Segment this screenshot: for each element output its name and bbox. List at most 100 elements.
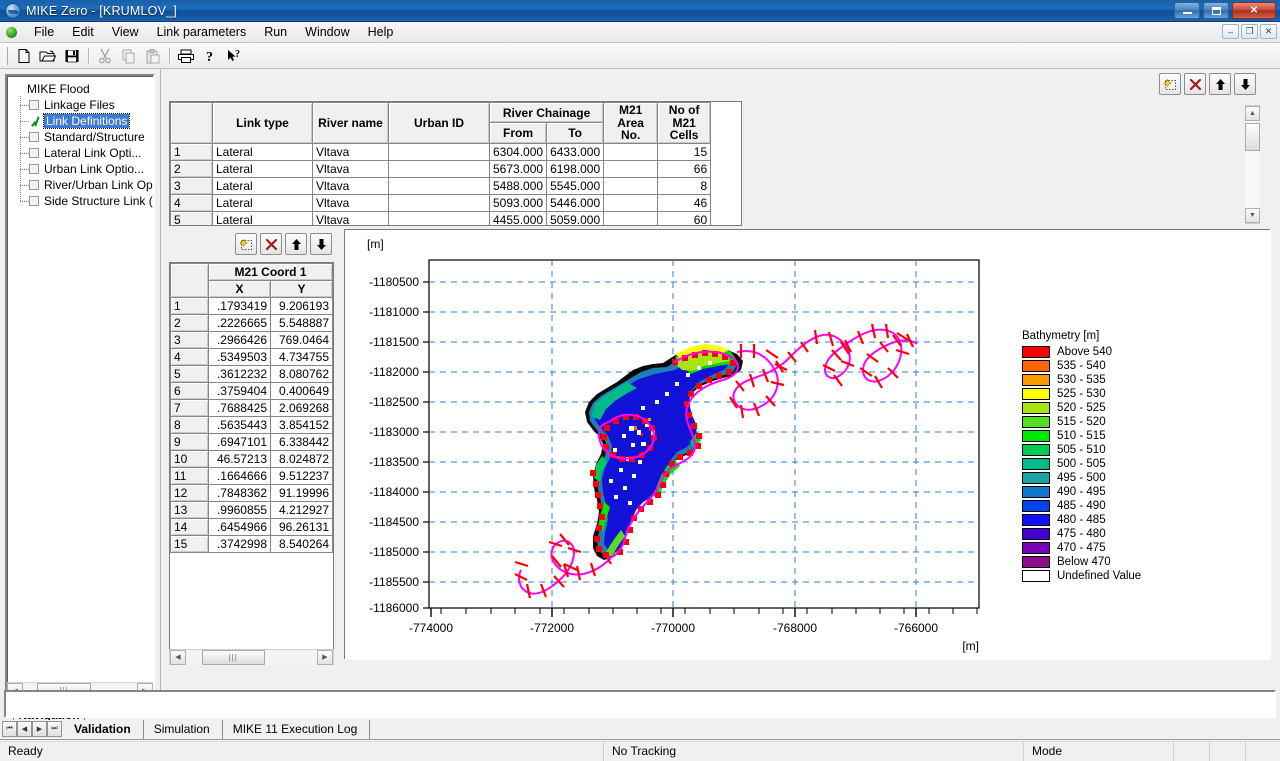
table-row[interactable]: 2.2226665 5.548887 [170, 314, 333, 332]
hscroll-thumb[interactable]: ||| [201, 649, 265, 665]
legend-item[interactable]: 525 - 530 [1022, 387, 1141, 401]
legend-item[interactable]: Undefined Value [1022, 569, 1141, 583]
table-row[interactable]: 3.2966426 769.0464 [170, 331, 333, 349]
cell-urban-id[interactable] [388, 142, 490, 161]
legend-item[interactable]: 505 - 510 [1022, 443, 1141, 457]
tab-simulation[interactable]: Simulation [143, 720, 223, 739]
cell-river-name[interactable]: Vltava [312, 193, 389, 212]
cell-area-no[interactable] [603, 159, 659, 178]
cell-y[interactable]: 3.854152 [270, 416, 333, 434]
cell-x[interactable]: .5349503 [208, 348, 271, 366]
legend-item[interactable]: 485 - 490 [1022, 499, 1141, 513]
legend-item[interactable]: Below 470 [1022, 555, 1141, 569]
cell-area-no[interactable] [603, 142, 659, 161]
table-row[interactable]: 6.3759404 0.400649 [170, 382, 333, 400]
sidebar-item-urban-link-options[interactable]: Urban Link Optio... [7, 160, 153, 177]
col-y[interactable]: Y [270, 280, 333, 298]
col-row-index[interactable] [170, 263, 209, 298]
bathymetry-plot-panel[interactable]: [m] -1180500 -1181000 -1181500 -1182000 … [344, 229, 1271, 660]
cell-chainage-from[interactable]: 5488.000 [488, 176, 548, 195]
cell-river-name[interactable]: Vltava [312, 176, 389, 195]
coord-table-hscrollbar[interactable]: ◀ ||| ▶ [169, 649, 334, 665]
checkbox-icon[interactable] [29, 180, 39, 190]
cell-x[interactable]: .6947101 [208, 433, 271, 451]
cell-chainage-to[interactable]: 6198.000 [546, 159, 605, 178]
cell-x[interactable]: .2966426 [208, 331, 271, 349]
legend-item[interactable]: 490 - 495 [1022, 485, 1141, 499]
cell-link-type[interactable]: Lateral [212, 193, 313, 212]
legend-item[interactable]: 500 - 505 [1022, 457, 1141, 471]
sidebar-item-linkage-files[interactable]: Linkage Files [7, 96, 153, 113]
tab-last-icon[interactable]: ⏭ [47, 721, 62, 737]
cell-river-name[interactable]: Vltava [312, 159, 389, 178]
cell-x[interactable]: .3759404 [208, 382, 271, 400]
delete-row-button[interactable] [260, 233, 282, 255]
tab-prev-icon[interactable]: ◀ [17, 721, 32, 737]
sidebar-item-river-urban-link-options[interactable]: River/Urban Link Op [7, 176, 153, 193]
scroll-up-icon[interactable]: ▲ [1245, 106, 1260, 121]
cell-cells[interactable]: 66 [657, 159, 712, 178]
cell-river-name[interactable]: Vltava [312, 210, 389, 225]
scroll-right-icon[interactable]: ▶ [317, 649, 333, 665]
cell-y[interactable]: 4.212927 [270, 501, 333, 519]
menu-item-window[interactable]: Window [296, 23, 358, 41]
new-file-icon[interactable] [12, 45, 36, 67]
vscroll-track[interactable] [1245, 121, 1260, 208]
col-m21-coord-1[interactable]: M21 Coord 1 [208, 263, 333, 281]
cell-x[interactable]: .7688425 [208, 399, 271, 417]
cut-icon[interactable] [93, 45, 117, 67]
cell-chainage-from[interactable]: 4455.000 [488, 210, 548, 225]
help-icon[interactable]: ? [198, 45, 222, 67]
cell-area-no[interactable] [603, 210, 659, 225]
mdi-restore-button[interactable]: ❐ [1241, 24, 1258, 39]
cell-area-no[interactable] [603, 176, 659, 195]
cell-x[interactable]: .9960855 [208, 501, 271, 519]
copy-icon[interactable] [117, 45, 141, 67]
cell-cells[interactable]: 60 [657, 210, 712, 225]
menu-item-help[interactable]: Help [359, 23, 403, 41]
col-river-chainage[interactable]: River Chainage [488, 102, 605, 124]
checkmark-icon[interactable] [29, 116, 39, 126]
cell-y[interactable]: 8.540264 [270, 535, 333, 553]
cell-y[interactable]: 4.734755 [270, 348, 333, 366]
table-row[interactable]: 8.5635443 3.854152 [170, 416, 333, 434]
legend-item[interactable]: 475 - 480 [1022, 527, 1141, 541]
cell-area-no[interactable] [603, 193, 659, 212]
cell-y[interactable]: 2.069268 [270, 399, 333, 417]
table-row[interactable]: 12.7848362 91.19996 [170, 484, 333, 502]
cell-y[interactable]: 6.338442 [270, 433, 333, 451]
menu-item-run[interactable]: Run [255, 23, 296, 41]
cell-x[interactable]: 46.57213 [208, 450, 271, 468]
restore-button[interactable] [1203, 2, 1229, 19]
link-definitions-table[interactable]: Link type River name Urban ID River Chai… [169, 101, 742, 226]
table-row[interactable]: 9.6947101 6.338442 [170, 433, 333, 451]
toolbar-grip[interactable] [4, 46, 8, 65]
save-icon[interactable] [60, 45, 84, 67]
col-row-index[interactable] [170, 102, 213, 144]
menu-item-edit[interactable]: Edit [63, 23, 103, 41]
col-link-type[interactable]: Link type [212, 102, 313, 144]
table-row[interactable]: 15.3742998 8.540264 [170, 535, 333, 553]
move-up-button[interactable] [285, 233, 307, 255]
close-button[interactable]: ✕ [1232, 2, 1276, 19]
cell-x[interactable]: .1664666 [208, 467, 271, 485]
cell-x[interactable]: .6454966 [208, 518, 271, 536]
mdi-close-button[interactable]: ✕ [1260, 24, 1277, 39]
sidebar-item-standard-structure[interactable]: Standard/Structure [7, 128, 153, 145]
cell-chainage-to[interactable]: 5545.000 [546, 176, 605, 195]
table-row[interactable]: 4 Lateral Vltava 5093.000 5446.000 46 [170, 193, 712, 212]
col-river-name[interactable]: River name [312, 102, 389, 144]
menu-item-link-parameters[interactable]: Link parameters [148, 23, 256, 41]
cell-chainage-from[interactable]: 6304.000 [488, 142, 548, 161]
tab-mike-11-execution-log[interactable]: MIKE 11 Execution Log [222, 720, 371, 739]
table-row[interactable]: 7.7688425 2.069268 [170, 399, 333, 417]
col-chainage-from[interactable]: From [488, 122, 548, 144]
col-urban-id[interactable]: Urban ID [388, 102, 490, 144]
mdi-minimize-button[interactable]: – [1222, 24, 1239, 39]
cell-chainage-from[interactable]: 5093.000 [488, 193, 548, 212]
checkbox-icon[interactable] [29, 132, 39, 142]
cell-link-type[interactable]: Lateral [212, 176, 313, 195]
table-row[interactable]: 2 Lateral Vltava 5673.000 6198.000 66 [170, 159, 712, 178]
table-row[interactable]: 10 46.57213 8.024872 [170, 450, 333, 468]
legend-item[interactable]: 470 - 475 [1022, 541, 1141, 555]
